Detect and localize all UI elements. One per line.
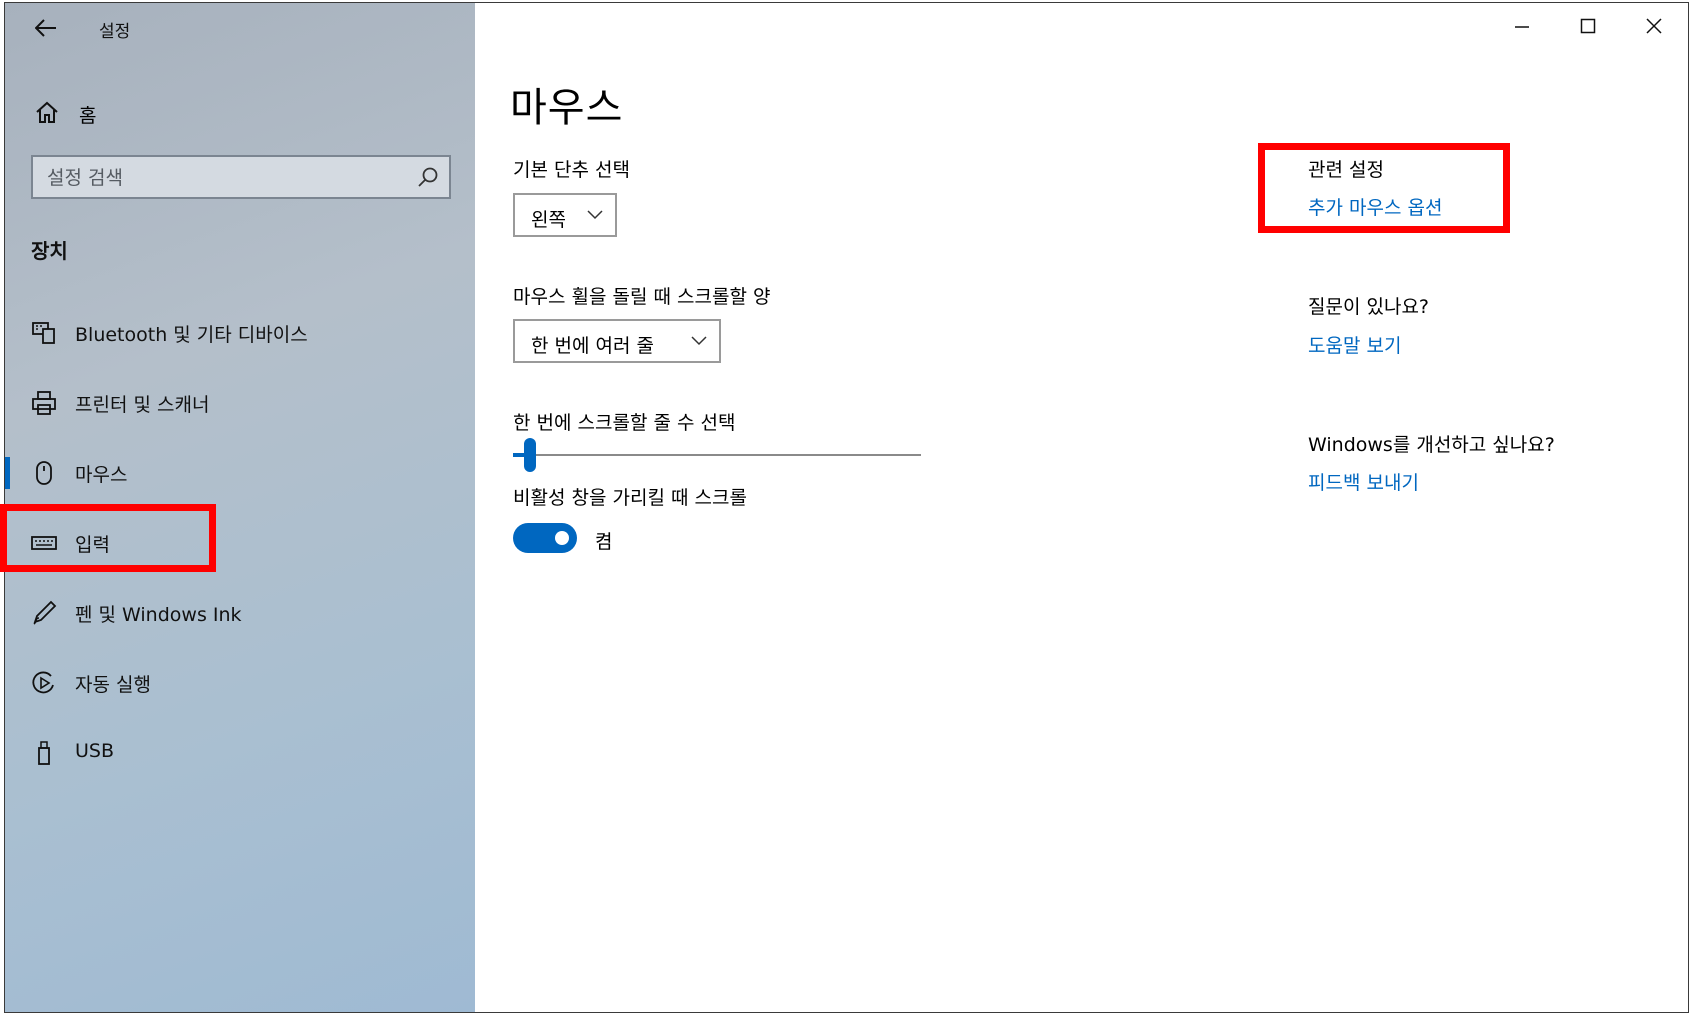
back-arrow-icon bbox=[34, 19, 56, 37]
autoplay-icon bbox=[32, 671, 54, 694]
sidebar-item-pen[interactable]: 펜 및 Windows Ink bbox=[5, 587, 475, 639]
page-title: 마우스 bbox=[510, 85, 624, 131]
improve-heading: Windows를 개선하고 싶나요? bbox=[1308, 434, 1555, 456]
mouse-icon bbox=[36, 461, 52, 485]
back-button[interactable] bbox=[29, 11, 63, 45]
selection-indicator bbox=[5, 457, 10, 489]
wheel-scroll-label: 마우스 휠을 돌릴 때 스크롤할 양 bbox=[513, 286, 771, 308]
inactive-scroll-toggle[interactable] bbox=[513, 523, 577, 553]
dropdown-value: 한 번에 여러 줄 bbox=[531, 335, 654, 357]
nav-home-label: 홈 bbox=[79, 105, 97, 127]
close-button[interactable] bbox=[1622, 3, 1688, 51]
give-feedback-link[interactable]: 피드백 보내기 bbox=[1308, 468, 1419, 495]
printer-icon bbox=[32, 391, 56, 415]
sidebar-item-printers[interactable]: 프린터 및 스캐너 bbox=[5, 377, 475, 429]
dropdown-value: 왼쪽 bbox=[531, 209, 566, 231]
search-input[interactable] bbox=[33, 157, 409, 199]
slider-thumb[interactable] bbox=[524, 438, 536, 472]
search-box[interactable] bbox=[31, 155, 451, 199]
annotation-highlight-related bbox=[1258, 143, 1510, 233]
sidebar-item-label: 자동 실행 bbox=[75, 674, 151, 696]
section-title: 장치 bbox=[31, 239, 68, 263]
sidebar-item-label: Bluetooth 및 기타 디바이스 bbox=[75, 324, 308, 346]
sidebar-item-label: 펜 및 Windows Ink bbox=[75, 604, 242, 626]
get-help-link[interactable]: 도움말 보기 bbox=[1308, 331, 1401, 358]
usb-icon bbox=[38, 741, 50, 765]
window-title: 설정 bbox=[99, 22, 131, 42]
primary-button-label: 기본 단추 선택 bbox=[513, 159, 630, 181]
inactive-scroll-label: 비활성 창을 가리킬 때 스크롤 bbox=[513, 487, 747, 509]
minimize-icon bbox=[1515, 26, 1529, 28]
sidebar-item-mouse[interactable]: 마우스 bbox=[5, 447, 475, 499]
question-heading: 질문이 있나요? bbox=[1308, 296, 1430, 318]
slider-track[interactable] bbox=[513, 454, 921, 456]
maximize-icon bbox=[1580, 18, 1596, 34]
bluetooth-devices-icon bbox=[32, 322, 55, 344]
toggle-knob bbox=[555, 531, 569, 545]
sidebar-item-label: 프린터 및 스캐너 bbox=[75, 394, 210, 416]
chevron-down-icon bbox=[587, 210, 603, 220]
chevron-down-icon bbox=[691, 336, 707, 346]
toggle-state-label: 켬 bbox=[595, 531, 613, 553]
sidebar-item-label: 마우스 bbox=[75, 464, 128, 486]
sidebar-item-bluetooth[interactable]: Bluetooth 및 기타 디바이스 bbox=[5, 307, 475, 359]
title-bar: 설정 bbox=[5, 3, 475, 53]
annotation-highlight-typing bbox=[0, 504, 216, 572]
pen-icon bbox=[33, 600, 57, 625]
maximize-button[interactable] bbox=[1556, 3, 1622, 51]
home-icon bbox=[36, 101, 58, 123]
wheel-scroll-dropdown[interactable]: 한 번에 여러 줄 bbox=[513, 319, 721, 363]
primary-button-dropdown[interactable]: 왼쪽 bbox=[513, 193, 617, 237]
sidebar-item-autoplay[interactable]: 자동 실행 bbox=[5, 657, 475, 709]
close-icon bbox=[1646, 18, 1662, 34]
lines-to-scroll-label: 한 번에 스크롤할 줄 수 선택 bbox=[513, 412, 736, 434]
sidebar-item-label: USB bbox=[75, 740, 115, 762]
minimize-button[interactable] bbox=[1490, 3, 1556, 51]
search-icon bbox=[418, 167, 438, 187]
sidebar-item-usb[interactable]: USB bbox=[5, 727, 475, 779]
nav-home[interactable]: 홈 bbox=[5, 91, 475, 135]
